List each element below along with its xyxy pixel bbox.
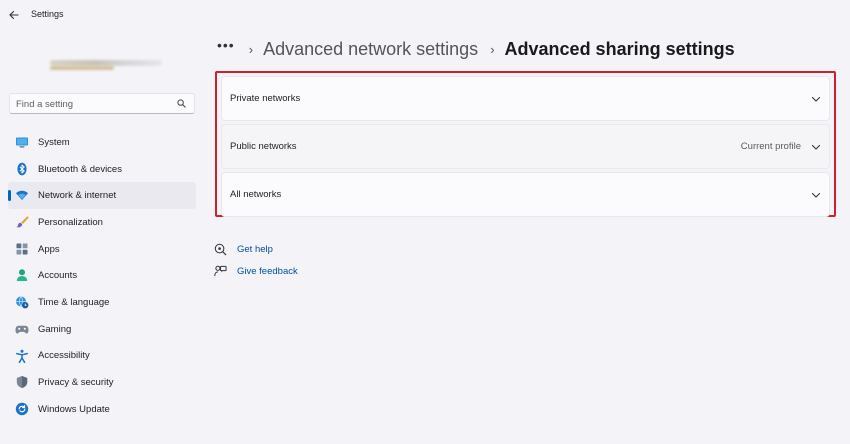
chevron-down-icon[interactable]	[811, 94, 821, 104]
section-label: All networks	[230, 189, 282, 200]
sidebar-item-network-internet[interactable]: Network & internet	[8, 182, 196, 210]
get-help-label[interactable]: Get help	[237, 244, 273, 255]
sidebar-item-time-language[interactable]: Time & language	[8, 289, 196, 316]
sidebar-item-label: Personalization	[38, 216, 103, 228]
sidebar-item-label: Apps	[38, 243, 60, 255]
sidebar-item-personalization[interactable]: Personalization	[8, 209, 196, 236]
sidebar-item-label: Gaming	[38, 323, 72, 335]
sidebar-item-system[interactable]: System	[8, 129, 196, 156]
help-links: Get help Give feedback	[213, 238, 298, 282]
sidebar-item-gaming[interactable]: Gaming	[8, 316, 196, 343]
monitor-icon	[15, 135, 29, 149]
search-box[interactable]	[9, 93, 195, 114]
give-feedback-label[interactable]: Give feedback	[237, 266, 298, 277]
all-networks-section[interactable]: All networks	[221, 172, 830, 217]
sidebar-item-apps[interactable]: Apps	[8, 236, 196, 263]
sidebar-item-label: System	[38, 136, 70, 148]
back-button[interactable]	[6, 7, 22, 23]
accessibility-icon	[15, 349, 29, 363]
public-networks-section[interactable]: Public networks Current profile	[221, 124, 830, 169]
feedback-icon	[213, 264, 227, 278]
section-label: Public networks	[230, 141, 297, 152]
sidebar-item-label: Network & internet	[38, 190, 117, 202]
get-help-link[interactable]: Get help	[213, 238, 298, 260]
breadcrumb: ••• › Advanced network settings › Advanc…	[217, 36, 735, 62]
app-title: Settings	[31, 9, 64, 19]
chevron-right-icon: ›	[490, 41, 495, 57]
gamepad-icon	[15, 322, 29, 336]
chevron-down-icon[interactable]	[811, 142, 821, 152]
apps-icon	[15, 242, 29, 256]
refresh-icon	[15, 402, 29, 416]
breadcrumb-more-button[interactable]: •••	[217, 38, 235, 52]
help-chat-icon	[213, 242, 227, 256]
breadcrumb-parent-link[interactable]: Advanced network settings	[263, 39, 478, 60]
paintbrush-icon	[15, 215, 29, 229]
shield-icon	[15, 375, 29, 389]
network-profiles-group: Private networks Public networks Current…	[215, 71, 836, 217]
current-profile-label: Current profile	[740, 141, 801, 152]
back-arrow-icon	[9, 10, 19, 20]
search-input[interactable]	[16, 97, 166, 111]
chevron-down-icon[interactable]	[811, 190, 821, 200]
section-label: Private networks	[230, 93, 301, 104]
sidebar-item-label: Accessibility	[38, 350, 90, 362]
sidebar-item-label: Bluetooth & devices	[38, 163, 122, 175]
sidebar-item-label: Privacy & security	[38, 377, 114, 389]
sidebar-item-windows-update[interactable]: Windows Update	[8, 396, 196, 423]
bluetooth-icon	[15, 162, 29, 176]
person-icon	[15, 268, 29, 282]
page-title: Advanced sharing settings	[504, 38, 735, 59]
private-networks-section[interactable]: Private networks	[221, 76, 830, 121]
title-bar: Settings	[0, 0, 850, 30]
sidebar-item-label: Time & language	[38, 296, 110, 308]
sidebar-item-accounts[interactable]: Accounts	[8, 262, 196, 289]
wifi-icon	[15, 188, 29, 202]
chevron-right-icon: ›	[248, 41, 254, 57]
give-feedback-link[interactable]: Give feedback	[213, 260, 298, 282]
sidebar-item-accessibility[interactable]: Accessibility	[8, 343, 196, 370]
sidebar-item-label: Accounts	[38, 270, 78, 282]
user-profile[interactable]	[50, 58, 162, 72]
sidebar-item-bluetooth-devices[interactable]: Bluetooth & devices	[8, 156, 196, 183]
search-icon[interactable]	[177, 99, 186, 108]
sidebar-nav: System Bluetooth & devices Network & int…	[8, 129, 196, 423]
globe-clock-icon	[15, 295, 29, 309]
sidebar-item-privacy-security[interactable]: Privacy & security	[8, 369, 196, 396]
sidebar-item-label: Windows Update	[38, 403, 110, 415]
profile-email-blurred	[50, 66, 114, 70]
